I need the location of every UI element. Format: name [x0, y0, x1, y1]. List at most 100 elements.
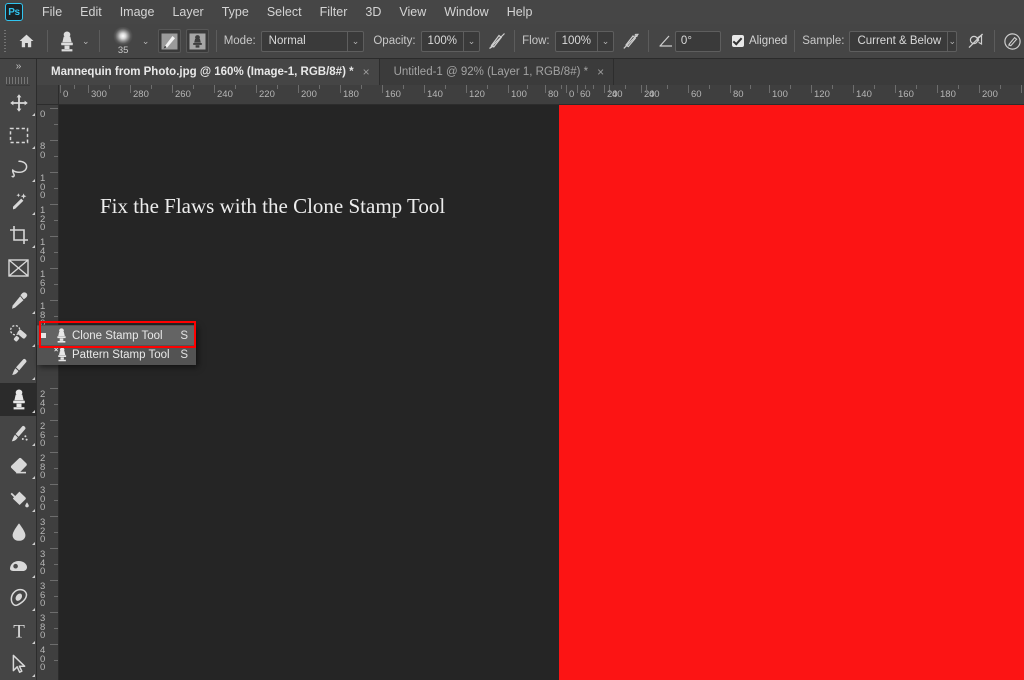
ruler-label: 100 [511, 89, 527, 100]
menu-file[interactable]: File [33, 2, 71, 22]
tool-flyout-indicator [32, 443, 35, 446]
menu-3d[interactable]: 3D [356, 2, 390, 22]
tool-object-selection[interactable] [0, 185, 37, 218]
ruler-tick [50, 388, 58, 389]
sample-select[interactable]: Current & Below ⌄ [849, 30, 958, 52]
tool-pen[interactable] [0, 581, 37, 614]
tool-frame[interactable] [0, 251, 37, 284]
menu-view[interactable]: View [390, 2, 435, 22]
tool-lasso[interactable] [0, 152, 37, 185]
close-icon[interactable]: × [597, 65, 604, 79]
ruler-tick-minor [625, 85, 626, 89]
ruler-label: 240 [217, 89, 233, 100]
options-divider-3 [215, 30, 217, 52]
second-document-canvas[interactable] [559, 105, 1024, 680]
menu-edit[interactable]: Edit [71, 2, 111, 22]
menu-type[interactable]: Type [213, 2, 258, 22]
tool-blur[interactable] [0, 515, 37, 548]
tool-spot-healing-brush[interactable] [0, 317, 37, 350]
flyout-item-clone-stamp-tool[interactable]: Clone Stamp Tool S [37, 326, 196, 345]
menu-filter[interactable]: Filter [311, 2, 357, 22]
aligned-checkbox[interactable]: Aligned [731, 35, 787, 47]
tool-type[interactable]: T [0, 614, 37, 647]
ruler-tick-minor [790, 85, 791, 89]
tool-flyout-indicator [32, 245, 35, 248]
home-icon[interactable] [14, 28, 40, 54]
ruler-label: 0 [40, 109, 46, 120]
tool-move[interactable] [0, 86, 37, 119]
tool-path-selection[interactable] [0, 647, 37, 680]
ruler-label: 300 [91, 89, 107, 100]
ruler-tick-minor [54, 404, 58, 405]
flow-chevron-down-icon: ⌄ [597, 31, 613, 51]
opacity-label: Opacity: [373, 35, 416, 47]
ruler-tick [769, 85, 770, 93]
menu-help[interactable]: Help [498, 2, 542, 22]
tool-rectangular-marquee[interactable] [0, 119, 37, 152]
options-bar-grip[interactable] [3, 30, 10, 52]
ruler-tick [50, 268, 58, 269]
ruler-tick [545, 85, 546, 93]
toggle-clone-source-panel-button[interactable] [186, 29, 209, 53]
tool-preset-chevron-down-icon[interactable]: ⌄ [79, 29, 92, 53]
ruler-label: 80 [733, 89, 744, 100]
brush-angle-input[interactable]: 0° [674, 30, 721, 52]
ruler-tick-minor [54, 124, 58, 125]
pressure-controls-size-icon[interactable] [1001, 29, 1024, 53]
canvas-area[interactable]: Fix the Flaws with the Clone Stamp Tool [59, 105, 1024, 680]
pressure-controls-opacity-icon[interactable] [487, 29, 508, 53]
ruler-tick-minor [667, 85, 668, 89]
options-divider-6 [794, 30, 796, 52]
toggle-brush-panel-button[interactable] [157, 29, 181, 53]
tool-eraser[interactable] [0, 449, 37, 482]
menu-select[interactable]: Select [258, 2, 311, 22]
tool-preset-clone-stamp-icon[interactable] [55, 28, 79, 54]
tab-untitled-1[interactable]: Untitled-1 @ 92% (Layer 1, RGB/8#) * × [379, 59, 615, 85]
ruler-tick-minor [874, 85, 875, 89]
tool-history-brush[interactable] [0, 416, 37, 449]
tools-panel-grip[interactable] [6, 74, 30, 86]
airbrush-icon[interactable] [621, 29, 642, 53]
ruler-tick [646, 85, 647, 93]
ruler-tick-minor [54, 660, 58, 661]
clone-stamp-flyout-menu[interactable]: Clone Stamp Tool S Pattern Stamp Tool S [37, 325, 196, 365]
blend-mode-chevron-down-icon: ⌄ [346, 31, 363, 51]
brush-preset-chevron-down-icon[interactable]: ⌄ [139, 29, 152, 53]
tool-flyout-indicator [32, 575, 35, 578]
ruler-label: 80 [548, 89, 559, 100]
tool-crop[interactable] [0, 218, 37, 251]
menu-window[interactable]: Window [435, 2, 497, 22]
vertical-ruler[interactable]: 0801001201401601802002402602803003203403… [37, 105, 59, 680]
tool-brush[interactable] [0, 350, 37, 383]
horizontal-ruler[interactable]: 0 300 280 260 240 220 200 180 160 140 120 100 80 60 40… [59, 85, 1024, 105]
ruler-tick [60, 85, 61, 93]
pattern-stamp-icon [50, 347, 72, 362]
ruler-tick-minor [361, 85, 362, 89]
flow-input[interactable]: 100% ⌄ [554, 30, 615, 52]
tool-flyout-indicator [32, 674, 35, 677]
ruler-corner[interactable] [37, 85, 59, 105]
tool-clone-stamp[interactable] [0, 383, 37, 416]
ruler-tick-minor [958, 85, 959, 89]
sample-label: Sample: [802, 35, 845, 47]
opacity-input[interactable]: 100% ⌄ [420, 30, 480, 52]
menu-image[interactable]: Image [111, 2, 164, 22]
tool-eyedropper[interactable] [0, 284, 37, 317]
brush-preset-picker[interactable]: 35 [107, 27, 139, 55]
close-icon[interactable]: × [363, 65, 370, 79]
collapse-toolbar-button[interactable]: » [0, 59, 36, 74]
flyout-item-pattern-stamp-tool[interactable]: Pattern Stamp Tool S [37, 345, 196, 364]
tab-mannequin-from-photo[interactable]: Mannequin from Photo.jpg @ 160% (Image-1… [37, 59, 380, 85]
menu-layer[interactable]: Layer [163, 2, 212, 22]
tool-gradient[interactable] [0, 482, 37, 515]
ignore-adjustment-layers-icon[interactable] [966, 29, 987, 53]
tool-dodge[interactable] [0, 548, 37, 581]
ruler-tick [382, 85, 383, 93]
ruler-tick-minor [193, 85, 194, 89]
ruler-tick-minor [54, 628, 58, 629]
ruler-label: 340 [40, 549, 46, 577]
ruler-tick-minor [54, 564, 58, 565]
blend-mode-select[interactable]: Normal ⌄ [260, 30, 364, 52]
tool-flyout-indicator [32, 344, 35, 347]
ruler-tick-minor [1000, 85, 1001, 89]
